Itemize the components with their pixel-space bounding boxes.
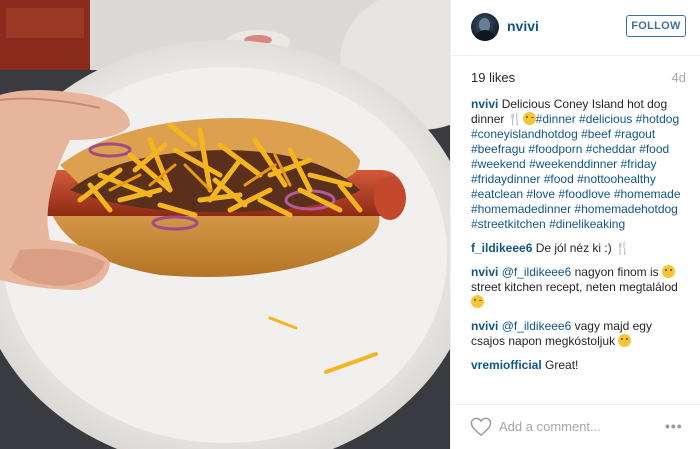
- comments-list: nvivi Delicious Coney Island hot dog din…: [471, 97, 687, 382]
- hashtag-link[interactable]: #ragout: [614, 127, 655, 141]
- hashtag-link[interactable]: #dinelikeaking: [549, 217, 625, 231]
- hashtag-link[interactable]: #beefragu: [471, 142, 525, 156]
- post-time-ago[interactable]: 4d: [672, 70, 686, 85]
- likes-count[interactable]: 19 likes: [471, 70, 515, 85]
- add-comment-input[interactable]: Add a comment...: [499, 419, 601, 434]
- caption-username[interactable]: nvivi: [471, 97, 498, 111]
- wink-emoji-icon: [471, 295, 484, 308]
- hashtag-link[interactable]: #homemade: [614, 187, 681, 201]
- hashtag-link[interactable]: #food: [544, 172, 574, 186]
- avatar[interactable]: [471, 13, 499, 41]
- comment: nvivi @f_ildikeee6 nagyon finom is stree…: [471, 265, 687, 310]
- post-sidebar: nvivi FOLLOW 19 likes 4d nvivi Delicious…: [450, 0, 700, 449]
- hashtag-link[interactable]: #friday: [620, 157, 656, 171]
- hashtag-link[interactable]: #fridaydinner: [471, 172, 540, 186]
- hashtag-link[interactable]: #beef: [581, 127, 611, 141]
- comment-text: De jól néz ki :): [535, 241, 612, 255]
- follow-button[interactable]: FOLLOW: [626, 15, 686, 37]
- comment-username[interactable]: nvivi: [471, 265, 498, 279]
- hashtag-link[interactable]: #dinner: [536, 112, 576, 126]
- comment-username[interactable]: vremiofficial: [471, 358, 542, 372]
- wink-emoji-icon: [522, 112, 536, 125]
- comment: vremiofficial Great!: [471, 358, 687, 373]
- comment-username[interactable]: f_ildikeee6: [471, 241, 532, 255]
- heart-icon[interactable]: [470, 417, 492, 437]
- comment-text: nagyon finom is: [574, 265, 659, 279]
- username-link[interactable]: nvivi: [507, 18, 539, 34]
- smile-emoji-icon: [662, 265, 675, 278]
- caption-hashtags: #dinner #delicious #hotdog #coneyislandh…: [471, 112, 681, 231]
- hashtag-link[interactable]: #weekenddinner: [529, 157, 617, 171]
- hashtag-link[interactable]: #streetkitchen: [471, 217, 546, 231]
- fork-knife-icon: 🍴: [615, 241, 631, 255]
- comment-mention[interactable]: @f_ildikeee6: [502, 319, 572, 333]
- hashtag-link[interactable]: #coneyislandhotdog: [471, 127, 578, 141]
- hashtag-link[interactable]: #foodporn: [528, 142, 582, 156]
- likes-row: 19 likes 4d: [471, 70, 686, 86]
- hashtag-link[interactable]: #delicious: [579, 112, 632, 126]
- hashtag-link[interactable]: #foodlove: [558, 187, 610, 201]
- comment: f_ildikeee6 De jól néz ki :) 🍴: [471, 241, 687, 256]
- comment-username[interactable]: nvivi: [471, 319, 498, 333]
- comment-text-continued: street kitchen recept, neten megtalálod: [471, 280, 678, 294]
- post-photo: [0, 0, 450, 449]
- post-footer: Add a comment... •••: [451, 404, 700, 449]
- hashtag-link[interactable]: #weekend: [471, 157, 526, 171]
- hashtag-link[interactable]: #hotdog: [636, 112, 679, 126]
- comment: nvivi @f_ildikeee6 vagy majd egy csajos …: [471, 319, 687, 349]
- hashtag-link[interactable]: #food: [639, 142, 669, 156]
- hot-dog-photo-illustration: [0, 0, 450, 449]
- comment-mention[interactable]: @f_ildikeee6: [502, 265, 572, 279]
- grin-emoji-icon: [618, 334, 632, 347]
- post-header: nvivi FOLLOW: [451, 0, 700, 56]
- hashtag-link[interactable]: #homemadehotdog: [574, 202, 677, 216]
- comment-text: Great!: [545, 358, 579, 372]
- more-options-icon[interactable]: •••: [665, 418, 683, 434]
- hashtag-link[interactable]: #love: [526, 187, 555, 201]
- hashtag-link[interactable]: #nottoohealthy: [577, 172, 656, 186]
- hashtag-link[interactable]: #eatclean: [471, 187, 523, 201]
- caption: nvivi Delicious Coney Island hot dog din…: [471, 97, 687, 232]
- hashtag-link[interactable]: #homemadedinner: [471, 202, 571, 216]
- hashtag-link[interactable]: #cheddar: [586, 142, 636, 156]
- avatar-body: [475, 30, 495, 41]
- fork-knife-icon: 🍴: [507, 112, 523, 126]
